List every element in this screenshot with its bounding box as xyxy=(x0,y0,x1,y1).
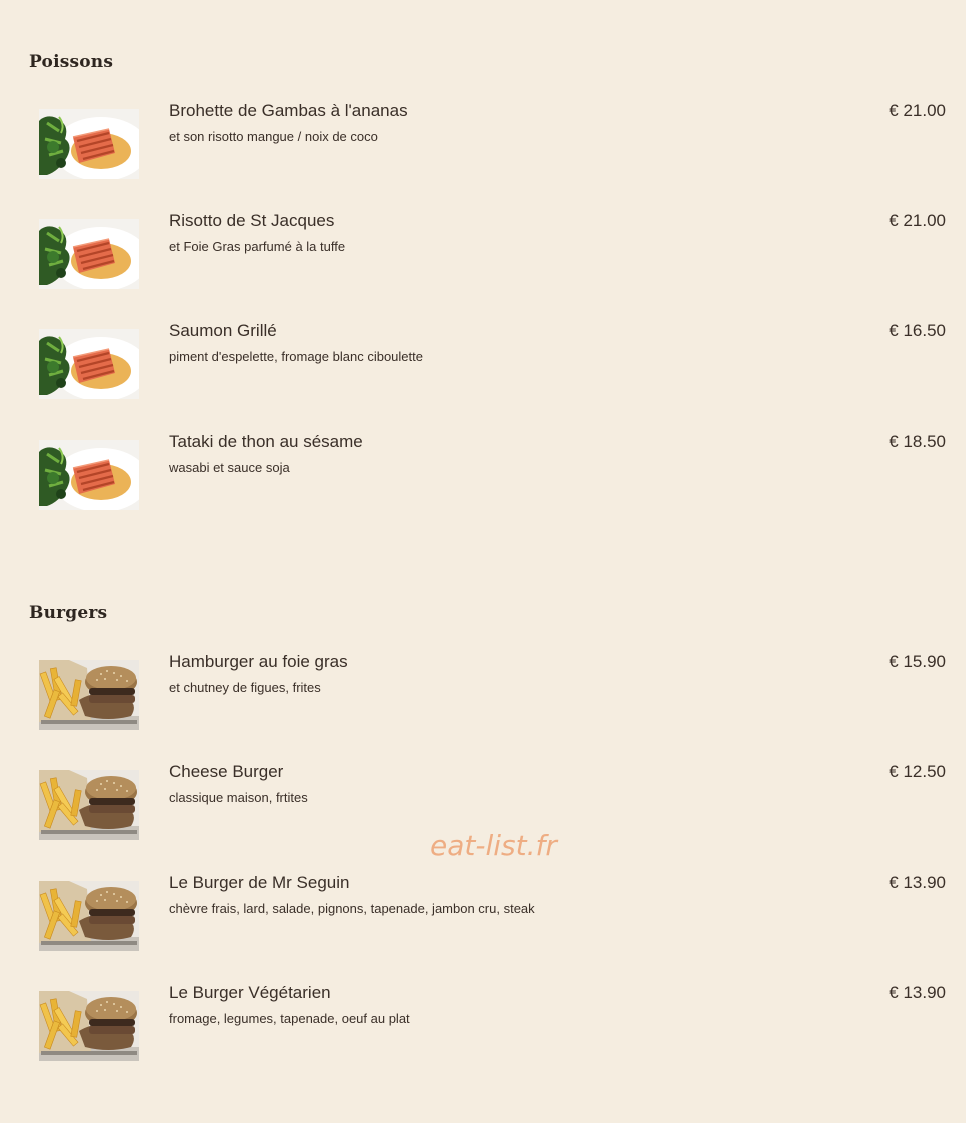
item-name: Le Burger Végétarien xyxy=(169,983,331,1002)
item-description: classique maison, frtites xyxy=(169,790,308,805)
item-description: chèvre frais, lard, salade, pignons, tap… xyxy=(169,901,535,916)
item-description: wasabi et sauce soja xyxy=(169,460,290,475)
menu-item[interactable]: Brohette de Gambas à l'ananas et son ris… xyxy=(0,101,966,191)
grilled-salmon-photo xyxy=(39,219,139,289)
menu-item[interactable]: Risotto de St Jacques et Foie Gras parfu… xyxy=(0,211,966,301)
item-price: € 12.50 xyxy=(889,762,946,781)
item-description: et Foie Gras parfumé à la tuffe xyxy=(169,239,346,254)
item-name: Brohette de Gambas à l'ananas xyxy=(169,101,408,120)
item-price: € 15.90 xyxy=(889,652,946,671)
item-price: € 13.90 xyxy=(889,873,946,892)
section-title: Poissons xyxy=(29,52,114,72)
item-price: € 21.00 xyxy=(889,101,946,120)
item-description: et son risotto mangue / noix de coco xyxy=(169,129,378,144)
menu-item[interactable]: Hamburger au foie gras et chutney de fig… xyxy=(0,652,966,742)
watermark: eat-list.fr xyxy=(430,829,557,862)
item-description: fromage, legumes, tapenade, oeuf au plat xyxy=(169,1011,410,1026)
burger-fries-photo xyxy=(39,770,139,840)
item-name: Cheese Burger xyxy=(169,762,284,781)
item-description: et chutney de figues, frites xyxy=(169,680,321,695)
item-name: Hamburger au foie gras xyxy=(169,652,348,671)
item-price: € 21.00 xyxy=(889,211,946,230)
grilled-salmon-photo xyxy=(39,440,139,510)
item-price: € 18.50 xyxy=(889,432,946,451)
burger-fries-photo xyxy=(39,991,139,1061)
grilled-salmon-photo xyxy=(39,329,139,399)
item-name: Tataki de thon au sésame xyxy=(169,432,363,451)
menu-item[interactable]: Saumon Grillé piment d'espelette, fromag… xyxy=(0,321,966,411)
menu-item[interactable]: Tataki de thon au sésame wasabi et sauce… xyxy=(0,432,966,522)
section-title: Burgers xyxy=(29,603,108,623)
item-name: Saumon Grillé xyxy=(169,321,277,340)
item-name: Risotto de St Jacques xyxy=(169,211,335,230)
menu-item[interactable]: Le Burger de Mr Seguin chèvre frais, lar… xyxy=(0,873,966,963)
burger-fries-photo xyxy=(39,660,139,730)
grilled-salmon-photo xyxy=(39,109,139,179)
item-description: piment d'espelette, fromage blanc ciboul… xyxy=(169,349,423,364)
item-price: € 13.90 xyxy=(889,983,946,1002)
item-name: Le Burger de Mr Seguin xyxy=(169,873,350,892)
item-price: € 16.50 xyxy=(889,321,946,340)
burger-fries-photo xyxy=(39,881,139,951)
menu-item[interactable]: Le Burger Végétarien fromage, legumes, t… xyxy=(0,983,966,1073)
